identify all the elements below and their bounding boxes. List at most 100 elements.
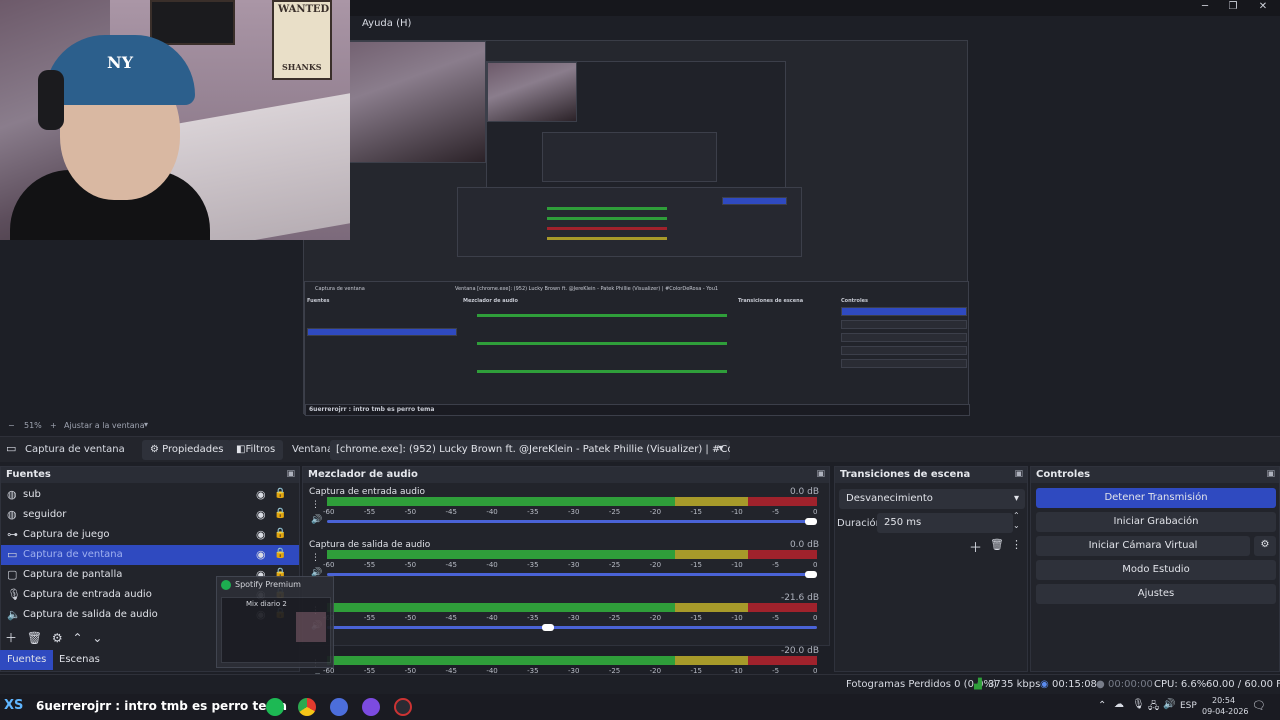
eye-icon[interactable]: ◉ bbox=[256, 508, 266, 521]
eye-icon[interactable]: ◉ bbox=[256, 528, 266, 541]
eye-icon[interactable]: ◉ bbox=[256, 548, 266, 561]
volume-slider-knob[interactable] bbox=[805, 571, 817, 578]
bitrate: 3735 kbps bbox=[988, 679, 1041, 690]
more-icon[interactable]: ⋮ bbox=[311, 500, 320, 510]
language-indicator[interactable]: ESP bbox=[1180, 701, 1197, 711]
settings-button[interactable]: Ajustes bbox=[1036, 584, 1276, 604]
twitch-taskbar-icon[interactable] bbox=[362, 698, 380, 716]
properties-button[interactable]: ⚙ Propiedades bbox=[142, 440, 232, 460]
close-button[interactable]: ✕ bbox=[1248, 1, 1278, 15]
meter-scale-label: -55 bbox=[363, 561, 376, 569]
more-icon[interactable]: ⋮ bbox=[311, 553, 320, 563]
zoom-dropdown-icon[interactable]: ▾ bbox=[144, 420, 148, 429]
source-item[interactable]: ◍ seguidor ◉ 🔒 bbox=[1, 505, 299, 525]
stop-stream-button[interactable]: Detener Transmisión bbox=[1036, 488, 1276, 508]
volume-slider[interactable] bbox=[327, 626, 817, 629]
status-bar: Fotogramas Perdidos 0 (0.0%) ▟ 3735 kbps… bbox=[0, 674, 1280, 694]
trash-icon[interactable]: 🗑 bbox=[27, 631, 42, 645]
meter-scale-label: -50 bbox=[404, 561, 417, 569]
spotify-taskbar-icon[interactable] bbox=[266, 698, 284, 716]
source-item[interactable]: ⊶ Captura de juego ◉ 🔒 bbox=[1, 525, 299, 545]
zoom-fit[interactable]: Ajustar a la ventana bbox=[64, 421, 145, 430]
dock-float-icon[interactable]: ▣ bbox=[1014, 469, 1023, 479]
start-virtual-camera-button[interactable]: Iniciar Cámara Virtual bbox=[1036, 536, 1250, 556]
meter-scale-label: -15 bbox=[690, 614, 702, 622]
filters-button[interactable]: ◧Filtros bbox=[228, 440, 284, 460]
chevron-down-icon[interactable]: ⌄ bbox=[92, 631, 102, 645]
speaker-icon[interactable]: 🔊 bbox=[311, 515, 322, 525]
zoom-out-button[interactable]: − bbox=[8, 421, 15, 430]
start-recording-button[interactable]: Iniciar Grabación bbox=[1036, 512, 1276, 532]
more-icon[interactable]: ⋮ bbox=[1011, 538, 1022, 551]
meter-scale-label: -20 bbox=[649, 561, 662, 569]
volume-meter bbox=[674, 603, 749, 612]
meter-scale-label: -30 bbox=[568, 508, 580, 516]
tab-escenas[interactable]: Escenas bbox=[52, 650, 107, 670]
chevron-up-icon[interactable]: ⌃ bbox=[73, 631, 83, 645]
lock-icon[interactable]: 🔒 bbox=[274, 508, 286, 519]
minimize-button[interactable]: ─ bbox=[1190, 1, 1220, 15]
lock-icon[interactable]: 🔒 bbox=[274, 488, 286, 499]
tab-fuentes[interactable]: Fuentes bbox=[0, 650, 54, 670]
sources-title: Fuentes ▣ bbox=[1, 467, 299, 483]
menu-help[interactable]: Ayuda (H) bbox=[362, 18, 411, 29]
window-select[interactable]: [chrome.exe]: (952) Lucky Brown ft. @Jer… bbox=[330, 440, 730, 460]
volume-slider[interactable] bbox=[327, 520, 817, 523]
lock-icon[interactable]: 🔒 bbox=[274, 548, 286, 559]
meter-scale-label: -10 bbox=[731, 508, 743, 516]
trash-icon[interactable]: 🗑 bbox=[990, 538, 1004, 551]
clock-date[interactable]: 09-04-2026 bbox=[1202, 707, 1249, 716]
lock-icon[interactable]: 🔒 bbox=[274, 528, 286, 539]
preview-canvas[interactable]: Captura de ventana Ventana [chrome.exe]:… bbox=[303, 40, 970, 416]
duration-down-icon[interactable]: ⌄ bbox=[1013, 521, 1020, 530]
gamepad-icon: ⊶ bbox=[7, 528, 18, 541]
mic-tray-icon[interactable]: 🎙 bbox=[1132, 699, 1145, 710]
duration-up-icon[interactable]: ⌃ bbox=[1013, 511, 1020, 520]
volume-meter bbox=[748, 497, 817, 506]
virtual-cam-settings-button[interactable]: ⚙ bbox=[1254, 536, 1276, 556]
studio-mode-button[interactable]: Modo Estudio bbox=[1036, 560, 1276, 580]
nested-docks: Captura de ventana Ventana [chrome.exe]:… bbox=[304, 281, 970, 416]
clock-time[interactable]: 20:54 bbox=[1212, 696, 1235, 705]
source-item[interactable]: ▭ Captura de ventana ◉ 🔒 bbox=[1, 545, 299, 565]
add-transition-icon[interactable]: ＋ bbox=[969, 537, 982, 556]
duration-input[interactable]: 250 ms bbox=[877, 513, 1013, 533]
add-icon[interactable]: ＋ bbox=[5, 631, 17, 645]
taskbar: XS 6uerrerojrr : intro tmb es perro tema… bbox=[0, 694, 1280, 720]
meter-scale-label: -30 bbox=[568, 614, 580, 622]
source-label: seguidor bbox=[23, 509, 67, 520]
eye-icon[interactable]: ◉ bbox=[256, 488, 266, 501]
gear-icon[interactable]: ⚙ bbox=[52, 631, 63, 645]
spotify-icon bbox=[221, 580, 231, 590]
cloud-icon[interactable]: ☁ bbox=[1114, 699, 1124, 710]
volume-slider-knob[interactable] bbox=[805, 518, 817, 525]
signal-icon: ▟ bbox=[974, 679, 982, 690]
source-item[interactable]: ◍ sub ◉ 🔒 bbox=[1, 485, 299, 505]
meter-scale-label: -35 bbox=[527, 561, 539, 569]
chevron-down-icon[interactable]: ▾ bbox=[712, 443, 730, 463]
poster-dark bbox=[150, 0, 235, 45]
dock-float-icon[interactable]: ▣ bbox=[286, 469, 295, 479]
notification-icon[interactable]: 🗨 bbox=[1252, 699, 1266, 712]
window-label: Ventana bbox=[292, 444, 334, 455]
obs-taskbar-icon[interactable] bbox=[394, 698, 412, 716]
spotify-thumbnail-popup[interactable]: Spotify Premium Mix diario 2 bbox=[216, 576, 334, 668]
network-icon[interactable]: 🖧 bbox=[1148, 699, 1159, 716]
zoom-in-button[interactable]: + bbox=[50, 421, 57, 430]
dock-float-icon[interactable]: ▣ bbox=[1266, 469, 1275, 479]
meter-scale-label: -20 bbox=[649, 508, 662, 516]
dock-float-icon[interactable]: ▣ bbox=[816, 469, 825, 479]
meter-scale-label: -60 bbox=[323, 561, 335, 569]
source-toolbar: ▭ Captura de ventana ⚙ Propiedades ◧Filt… bbox=[0, 436, 1280, 462]
app-taskbar-icon[interactable] bbox=[330, 698, 348, 716]
tray-chevron-icon[interactable]: ⌃ bbox=[1098, 700, 1106, 711]
volume-icon[interactable]: 🔊 bbox=[1163, 699, 1175, 710]
restore-button[interactable]: ❐ bbox=[1218, 1, 1248, 15]
volume-slider[interactable] bbox=[327, 573, 817, 576]
volume-slider-knob[interactable] bbox=[542, 624, 555, 631]
meter-scale-label: -60 bbox=[323, 508, 335, 516]
chrome-taskbar-icon[interactable] bbox=[298, 698, 316, 716]
transition-select[interactable]: Desvanecimiento ▾ bbox=[839, 489, 1025, 509]
mixer-channel-db: -21.6 dB bbox=[780, 593, 819, 603]
monitor-icon: ▢ bbox=[7, 568, 18, 581]
